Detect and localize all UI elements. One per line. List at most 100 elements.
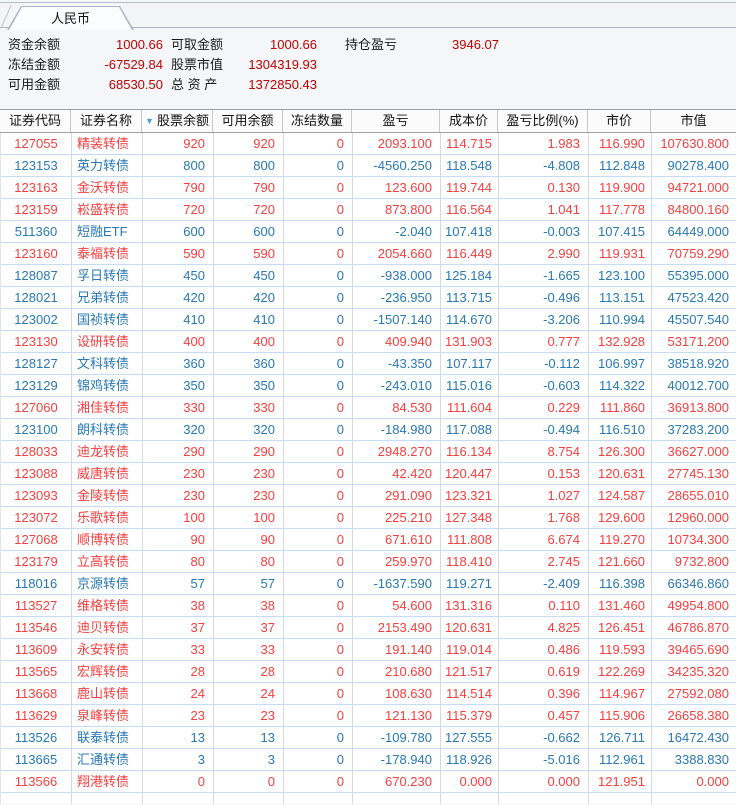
- column-header-label: 盈亏比例(%): [506, 113, 578, 128]
- fund-balance-label: 资金余额: [8, 35, 70, 55]
- stock-value-value: 1304319.93: [233, 55, 317, 75]
- table-cell: 410: [143, 309, 214, 330]
- column-header-1[interactable]: 证券名称: [71, 110, 142, 132]
- table-cell: 兄弟转债: [72, 287, 143, 308]
- column-header-6[interactable]: 成本价: [440, 110, 498, 132]
- table-row[interactable]: 113546迪贝转债373702153.490120.6314.825126.4…: [1, 617, 736, 639]
- table-row[interactable]: 128127文科转债3603600-43.350107.117-0.112106…: [1, 353, 736, 375]
- table-cell: 0: [284, 463, 353, 484]
- table-row[interactable]: 118016京源转债57570-1637.590119.271-2.409116…: [1, 573, 736, 595]
- table-row[interactable]: 123093金陵转债2302300291.090123.3211.027124.…: [1, 485, 736, 507]
- table-row[interactable]: 123153英力转债8008000-4560.250118.548-4.8081…: [1, 155, 736, 177]
- table-cell: 36627.000: [652, 441, 736, 462]
- table-cell: 孚日转债: [72, 265, 143, 286]
- table-row[interactable]: 113566翔港转债000670.2300.0000.000121.9510.0…: [1, 771, 736, 793]
- table-cell: 0: [284, 705, 353, 726]
- table-row[interactable]: 113629泉峰转债23230121.130115.3790.457115.90…: [1, 705, 736, 727]
- table-cell: -1637.590: [353, 573, 441, 594]
- table-cell: 0.000: [652, 771, 736, 792]
- table-cell: 107630.800: [652, 133, 736, 154]
- table-cell: 112.961: [589, 749, 652, 770]
- table-cell: 119.593: [589, 639, 652, 660]
- table-cell: 225.210: [353, 507, 441, 528]
- column-header-3[interactable]: 可用余额: [213, 110, 283, 132]
- table-row[interactable]: 128033迪龙转债29029002948.270116.1348.754126…: [1, 441, 736, 463]
- table-cell: 90: [214, 529, 284, 550]
- table-row[interactable]: 123163金沃转债7907900123.600119.7440.130119.…: [1, 177, 736, 199]
- table-row[interactable]: 127068顺博转债90900671.610111.8086.674119.27…: [1, 529, 736, 551]
- table-cell: 84.530: [353, 397, 441, 418]
- column-header-0[interactable]: 证券代码: [0, 110, 71, 132]
- table-cell: 汇通转债: [72, 749, 143, 770]
- table-cell: 3: [143, 749, 214, 770]
- table-cell: 800: [143, 155, 214, 176]
- table-cell: 600: [143, 221, 214, 242]
- table-row[interactable]: 123160泰福转债59059002054.660116.4492.990119…: [1, 243, 736, 265]
- column-header-4[interactable]: 冻结数量: [283, 110, 352, 132]
- column-header-7[interactable]: 盈亏比例(%): [498, 110, 588, 132]
- table-cell: 113665: [1, 749, 72, 770]
- table-cell: 112.848: [589, 155, 652, 176]
- table-cell: 400: [143, 331, 214, 352]
- table-cell: 123.600: [353, 177, 441, 198]
- table-row[interactable]: 113668鹿山转债24240108.630114.5140.396114.96…: [1, 683, 736, 705]
- account-summary: 资金余额 1000.66 可取金额 1000.66 持仓盈亏 3946.07 冻…: [0, 28, 736, 95]
- table-row[interactable]: 123179立高转债80800259.970118.4102.745121.66…: [1, 551, 736, 573]
- table-row[interactable]: 123130设研转债4004000409.940131.9030.777132.…: [1, 331, 736, 353]
- column-header-2[interactable]: ▼股票余额: [142, 110, 213, 132]
- table-row[interactable]: 113565宏辉转债28280210.680121.5170.619122.26…: [1, 661, 736, 683]
- table-cell: 朗科转债: [72, 419, 143, 440]
- table-cell: 2054.660: [353, 243, 441, 264]
- table-cell: 38518.920: [652, 353, 736, 374]
- table-row[interactable]: 123129锦鸡转债3503500-243.010115.016-0.60311…: [1, 375, 736, 397]
- tab-rmb[interactable]: 人民币: [7, 6, 134, 29]
- table-row[interactable]: 128087孚日转债4504500-938.000125.184-1.66512…: [1, 265, 736, 287]
- table-cell: 0: [284, 617, 353, 638]
- table-cell: 联泰转债: [72, 727, 143, 748]
- table-row[interactable]: 128021兄弟转债4204200-236.950113.715-0.49611…: [1, 287, 736, 309]
- table-row[interactable]: 123100朗科转债3203200-184.980117.088-0.49411…: [1, 419, 736, 441]
- table-row[interactable]: 127055精装转债92092002093.100114.7151.983116…: [1, 133, 736, 155]
- table-row[interactable]: 123072乐歌转债1001000225.210127.3481.768129.…: [1, 507, 736, 529]
- table-cell: 511360: [1, 221, 72, 242]
- table-cell: 123.321: [441, 485, 499, 506]
- table-cell: 106.997: [589, 353, 652, 374]
- table-cell: 790: [143, 177, 214, 198]
- table-cell: 360: [143, 353, 214, 374]
- table-row[interactable]: 123002国祯转债4104100-1507.140114.670-3.2061…: [1, 309, 736, 331]
- table-cell: 290: [143, 441, 214, 462]
- table-cell: 0.486: [499, 639, 589, 660]
- table-row[interactable]: 127060湘佳转债330330084.530111.6040.229111.8…: [1, 397, 736, 419]
- stock-value-label: 股票市值: [171, 55, 233, 75]
- column-header-9[interactable]: 市值: [651, 110, 736, 132]
- table-cell: 259.970: [353, 551, 441, 572]
- table-cell: 115.016: [441, 375, 499, 396]
- table-cell: 37: [143, 617, 214, 638]
- table-cell: -2.409: [499, 573, 589, 594]
- table-row[interactable]: 113527维格转债3838054.600131.3160.110131.460…: [1, 595, 736, 617]
- table-cell: 116.398: [589, 573, 652, 594]
- table-cell: 47523.420: [652, 287, 736, 308]
- table-cell: -178.940: [353, 749, 441, 770]
- table-cell: 乐歌转债: [72, 507, 143, 528]
- column-header-8[interactable]: 市价: [588, 110, 651, 132]
- table-row[interactable]: 123159崧盛转债7207200873.800116.5641.041117.…: [1, 199, 736, 221]
- table-row[interactable]: 113665汇通转债330-178.940118.926-5.016112.96…: [1, 749, 736, 771]
- table-row[interactable]: 113526联泰转债13130-109.780127.555-0.662126.…: [1, 727, 736, 749]
- table-cell: 110.994: [589, 309, 652, 330]
- table-row[interactable]: 123088威唐转债230230042.420120.4470.153120.6…: [1, 463, 736, 485]
- table-cell: 400: [214, 331, 284, 352]
- table-row[interactable]: 113609永安转债33330191.140119.0140.486119.59…: [1, 639, 736, 661]
- table-cell: 京源转债: [72, 573, 143, 594]
- spacer: [0, 95, 736, 109]
- table-cell: 57: [143, 573, 214, 594]
- table-cell: 800: [214, 155, 284, 176]
- table-row[interactable]: 511360短融ETF6006000-2.040107.418-0.003107…: [1, 221, 736, 243]
- table-cell: 3388.830: [652, 749, 736, 770]
- column-header-5[interactable]: 盈亏: [352, 110, 440, 132]
- table-cell: 翔港转债: [72, 771, 143, 792]
- table-cell: -4560.250: [353, 155, 441, 176]
- table-cell: 123093: [1, 485, 72, 506]
- table-cell: 57: [214, 573, 284, 594]
- table-cell: 0.396: [499, 683, 589, 704]
